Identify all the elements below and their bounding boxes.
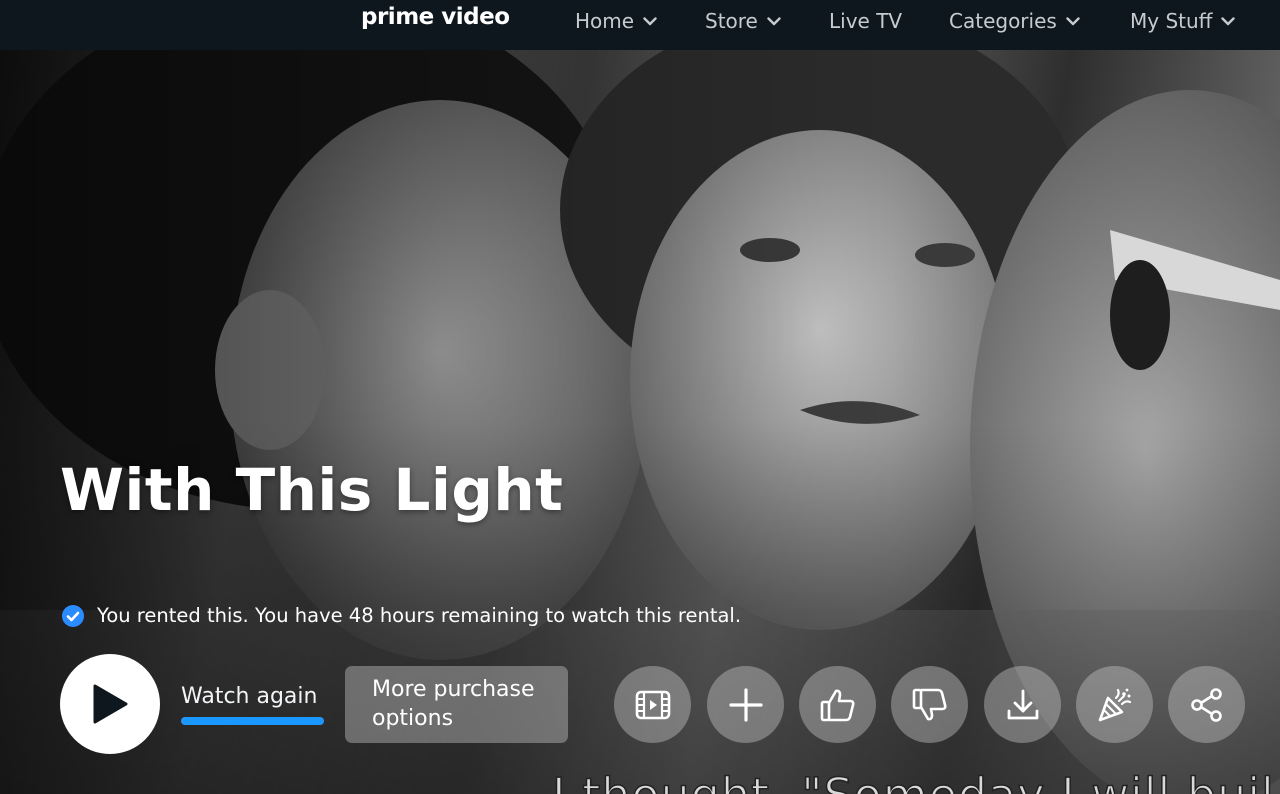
trailer-icon	[635, 690, 670, 719]
trailer-button[interactable]	[614, 666, 691, 743]
nav-my-stuff-label: My Stuff	[1130, 9, 1213, 33]
prime-video-logo[interactable]: prime video	[361, 4, 510, 30]
share-icon	[1190, 687, 1222, 722]
chevron-down-icon	[643, 16, 657, 26]
watch-progress-fill	[181, 717, 324, 725]
like-button[interactable]	[799, 666, 876, 743]
chevron-down-icon	[1066, 16, 1080, 26]
download-icon	[1007, 689, 1038, 719]
nav-store[interactable]: Store	[705, 8, 781, 34]
party-popper-icon	[1098, 688, 1131, 721]
nav-categories[interactable]: Categories	[949, 8, 1080, 34]
check-circle-icon	[62, 604, 84, 627]
nav-home-label: Home	[575, 9, 635, 33]
top-navigation: prime video Home Store Live TV Categorie…	[0, 0, 1280, 50]
rental-status-text: You rented this. You have 48 hours remai…	[97, 604, 742, 627]
chevron-down-icon	[1221, 16, 1236, 26]
rental-status: You rented this. You have 48 hours remai…	[62, 604, 741, 627]
share-button[interactable]	[1168, 666, 1245, 743]
nav-categories-label: Categories	[949, 9, 1057, 33]
more-purchase-options-label-line2: options	[372, 706, 454, 731]
chevron-down-icon	[767, 16, 781, 26]
nav-live-tv[interactable]: Live TV	[829, 8, 902, 34]
video-subtitle: I thought, "Someday I will buil	[551, 767, 1275, 794]
play-icon	[93, 684, 128, 724]
more-purchase-options-button[interactable]: More purchase options	[345, 666, 568, 743]
watch-again-label[interactable]: Watch again	[181, 684, 317, 709]
plus-icon	[728, 687, 763, 722]
nav-home[interactable]: Home	[575, 8, 657, 34]
nav-live-tv-label: Live TV	[829, 9, 903, 33]
watch-progress-bar	[181, 717, 324, 725]
more-purchase-options-label-line1: More purchase	[372, 677, 535, 702]
nav-my-stuff[interactable]: My Stuff	[1130, 8, 1236, 34]
thumbs-down-icon	[912, 688, 946, 720]
page-title: With This Light	[60, 456, 564, 524]
download-button[interactable]	[984, 666, 1061, 743]
add-to-watchlist-button[interactable]	[707, 666, 784, 743]
watch-party-button[interactable]	[1076, 666, 1153, 743]
play-button[interactable]	[60, 654, 160, 754]
nav-store-label: Store	[705, 9, 758, 33]
thumbs-up-icon	[820, 689, 854, 721]
dislike-button[interactable]	[891, 666, 968, 743]
